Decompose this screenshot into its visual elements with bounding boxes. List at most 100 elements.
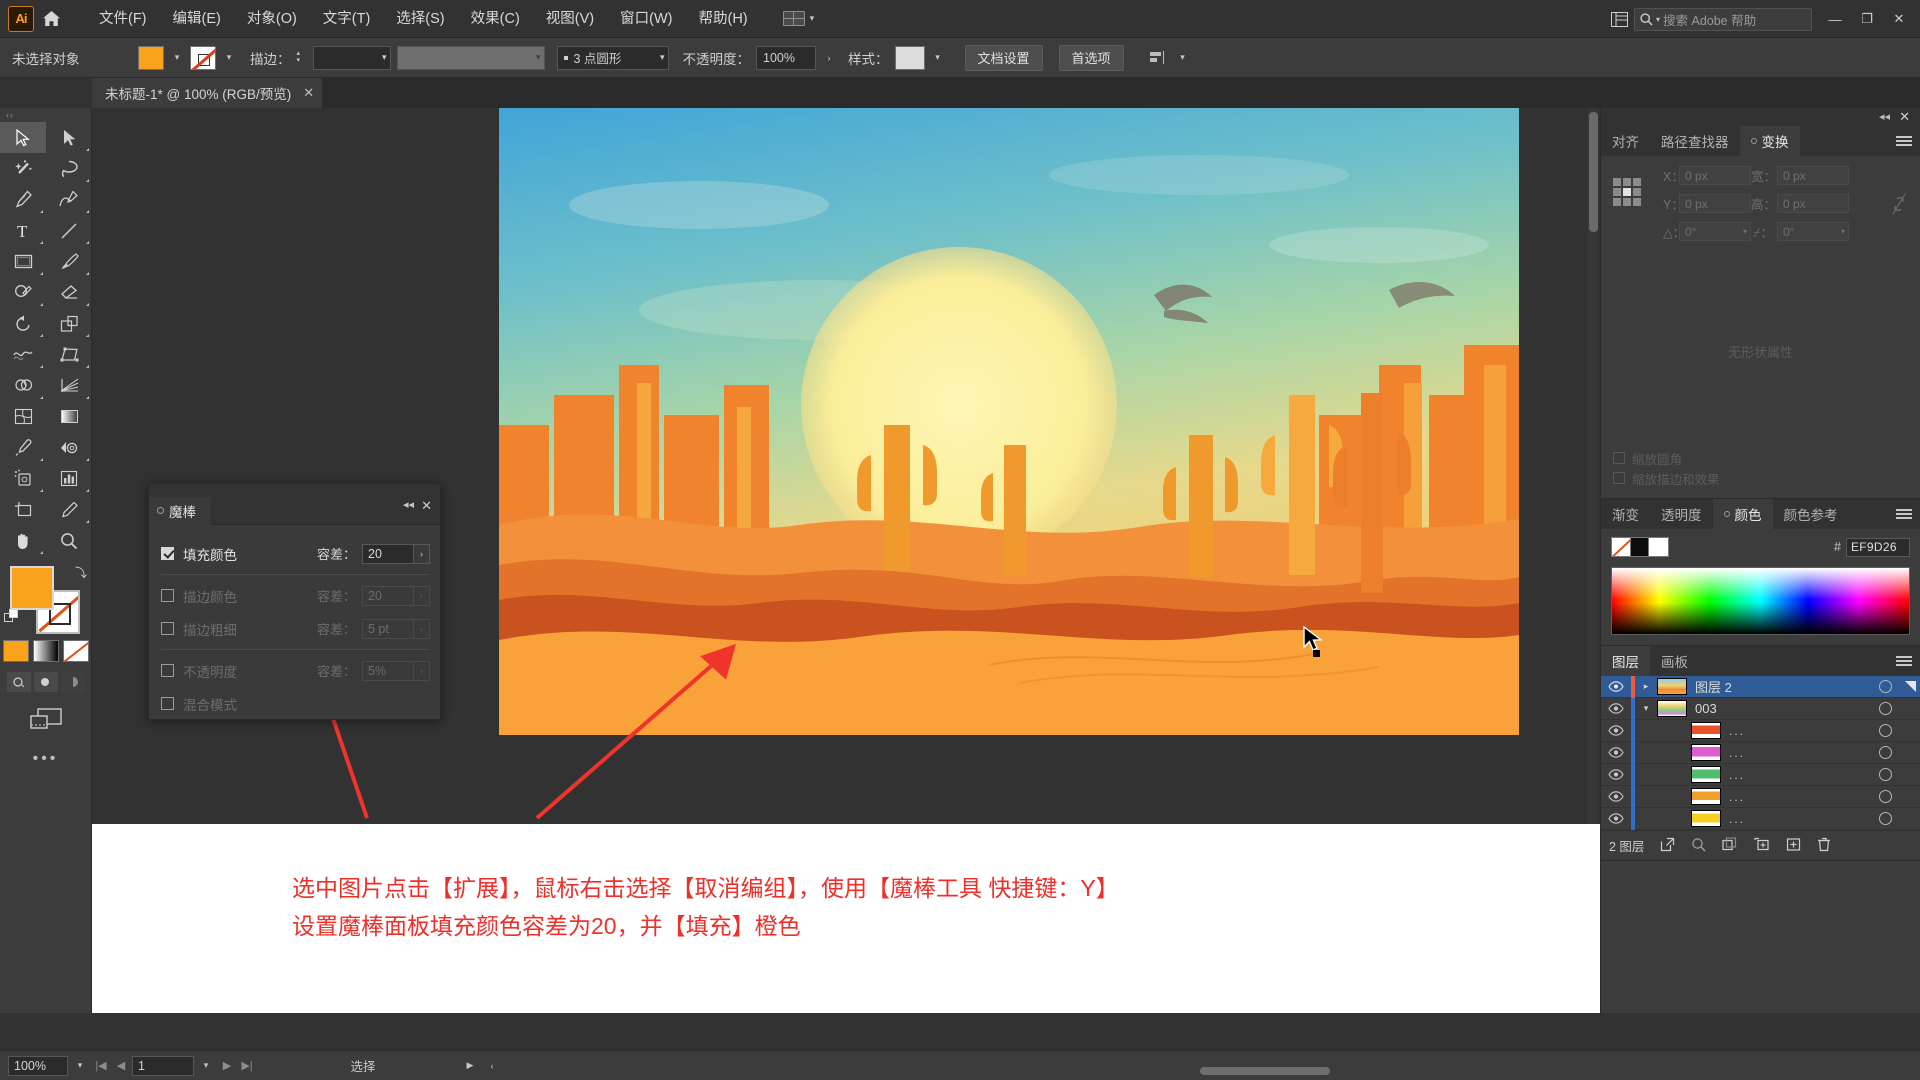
perspective-grid-tool[interactable] (46, 370, 92, 401)
color-black-swatch[interactable] (1631, 537, 1649, 557)
line-segment-tool[interactable] (46, 215, 92, 246)
option-scale-corners[interactable]: 缩放圆角 (1613, 448, 1908, 468)
create-clipping-mask-icon[interactable] (1722, 836, 1737, 855)
direct-selection-tool[interactable] (46, 122, 92, 153)
reference-point-selector[interactable] (1613, 178, 1641, 206)
fill-swatch[interactable] (138, 45, 164, 70)
tab-magic-wand[interactable]: 魔棒 (149, 496, 210, 525)
scale-tool[interactable] (46, 308, 92, 339)
layer-row-4[interactable]: ... (1601, 763, 1920, 786)
transform-panel-titlebar[interactable]: ◂◂ ✕ (1601, 108, 1920, 126)
new-layer-icon[interactable] (1786, 837, 1801, 855)
none-fill-button[interactable] (62, 640, 89, 662)
shaper-tool[interactable] (0, 277, 46, 308)
magic-wand-panel[interactable]: 魔棒 ◂◂ ✕ 填充颜色 容差： 20 › 描边颜色 容差： 20 › 描边粗细… (148, 483, 441, 720)
menu-file[interactable]: 文件(F) (86, 0, 160, 38)
document-tab-close-icon[interactable]: ✕ (303, 85, 314, 101)
layer-target-icon-5[interactable] (1879, 790, 1892, 803)
draw-inside-button[interactable] (60, 672, 85, 692)
tolerance-input-fill[interactable]: 20 (362, 543, 414, 564)
zoom-tool[interactable] (46, 525, 92, 556)
checkbox-scale-corners[interactable] (1613, 452, 1625, 464)
artboard-tool[interactable] (0, 494, 46, 525)
layers-panel-menu-icon[interactable] (1896, 653, 1912, 669)
tab-color-guide[interactable]: 颜色参考 (1773, 499, 1849, 529)
last-artboard-icon[interactable]: ▶| (238, 1059, 256, 1072)
lasso-tool[interactable] (46, 153, 92, 184)
checkbox-fill-color[interactable] (161, 547, 174, 560)
tab-transform[interactable]: 变换 (1739, 126, 1800, 156)
toolbar-fill-swatch[interactable] (10, 566, 54, 610)
selection-tool[interactable] (0, 122, 46, 153)
mesh-tool[interactable] (0, 401, 46, 432)
opacity-input[interactable]: 100% (756, 45, 816, 70)
search-input[interactable]: ▾ 搜索 Adobe 帮助 (1634, 7, 1812, 31)
hand-tool[interactable] (0, 525, 46, 556)
option-scale-strokes[interactable]: 缩放描边和效果 (1613, 468, 1908, 488)
menu-effect[interactable]: 效果(C) (458, 0, 533, 38)
layer-visibility-icon-6[interactable] (1601, 813, 1631, 824)
first-artboard-icon[interactable]: |◀ (92, 1059, 110, 1072)
menu-object[interactable]: 对象(O) (234, 0, 310, 38)
tolerance-input-stroke-weight[interactable]: 5 pt (362, 618, 414, 639)
stroke-profile-select[interactable]: ▾ (396, 45, 545, 70)
layer-visibility-icon-2[interactable] (1601, 725, 1631, 736)
draw-behind-button[interactable] (33, 672, 58, 692)
layer-target-icon-4[interactable] (1879, 768, 1892, 781)
free-transform-tool[interactable] (46, 339, 92, 370)
layer-disclosure-0[interactable]: ▸ (1635, 681, 1657, 692)
rectangle-tool[interactable] (0, 246, 46, 277)
more-tools-button[interactable]: ••• (0, 750, 91, 768)
checkbox-stroke-color[interactable] (161, 589, 174, 602)
checkbox-stroke-weight[interactable] (161, 622, 174, 635)
tolerance-expand-stroke-color-icon[interactable]: › (414, 585, 430, 606)
create-new-sublayer-icon[interactable] (1691, 837, 1706, 855)
transform-close-icon[interactable]: ✕ (1899, 109, 1910, 125)
tools-panel-grip[interactable]: ‹‹ (0, 108, 91, 122)
tab-align[interactable]: 对齐 (1601, 126, 1650, 156)
layer-visibility-icon-4[interactable] (1601, 769, 1631, 780)
canvas-scroll-thumb[interactable] (1589, 112, 1598, 232)
layer-row-1[interactable]: ▾ 003 (1601, 697, 1920, 720)
tab-layers[interactable]: 图层 (1601, 646, 1650, 676)
transform-h-input[interactable]: 0 px (1777, 194, 1849, 213)
layer-disclosure-1[interactable]: ▾ (1635, 703, 1657, 714)
prev-artboard-icon[interactable]: ◀ (112, 1059, 130, 1072)
zoom-chevron-icon[interactable]: ▾ (70, 1056, 90, 1076)
tolerance-expand-fill-icon[interactable]: › (414, 543, 430, 564)
menu-select[interactable]: 选择(S) (383, 0, 457, 38)
new-sublayer-icon[interactable] (1753, 837, 1770, 855)
opacity-expand-icon[interactable]: › (822, 46, 836, 70)
home-icon[interactable] (34, 0, 68, 38)
status-expand-icon[interactable]: ▶ (460, 1056, 480, 1076)
gradient-tool[interactable] (46, 401, 92, 432)
tolerance-expand-opacity-icon[interactable]: › (414, 660, 430, 681)
layer-row-2[interactable]: ... (1601, 719, 1920, 742)
stroke-swatch[interactable] (190, 45, 216, 70)
eraser-tool[interactable] (46, 277, 92, 308)
next-artboard-icon[interactable]: ▶ (218, 1059, 236, 1072)
color-panel-menu-icon[interactable] (1896, 506, 1912, 522)
magic-wand-close-icon[interactable]: ✕ (421, 498, 432, 514)
layer-name-4[interactable]: ... (1729, 768, 1745, 782)
layer-name-6[interactable]: ... (1729, 812, 1745, 826)
default-fill-stroke-icon[interactable] (4, 608, 20, 624)
color-white-swatch[interactable] (1649, 537, 1669, 557)
graphic-style-swatch[interactable] (894, 45, 925, 70)
pen-tool[interactable] (0, 184, 46, 215)
transform-angle-input[interactable]: 0° ▾ (1679, 222, 1751, 241)
color-none-swatch[interactable] (1611, 537, 1631, 557)
layer-name-5[interactable]: ... (1729, 790, 1745, 804)
transform-shear-input[interactable]: 0° ▾ (1777, 222, 1849, 241)
workspace-switcher[interactable]: ▾ (782, 11, 814, 26)
align-icon[interactable] (1146, 47, 1170, 69)
artboard-chevron-icon[interactable]: ▾ (196, 1056, 216, 1076)
width-tool[interactable] (0, 339, 46, 370)
tab-transparency[interactable]: 透明度 (1650, 499, 1713, 529)
stroke-weight-select[interactable]: ▾ (312, 45, 391, 70)
layer-visibility-icon-1[interactable] (1601, 703, 1631, 714)
fill-chevron-icon[interactable]: ▾ (170, 46, 184, 70)
tab-pathfinder[interactable]: 路径查找器 (1650, 126, 1740, 156)
checkbox-opacity[interactable] (161, 664, 174, 677)
arrange-documents-icon[interactable] (1604, 0, 1634, 38)
